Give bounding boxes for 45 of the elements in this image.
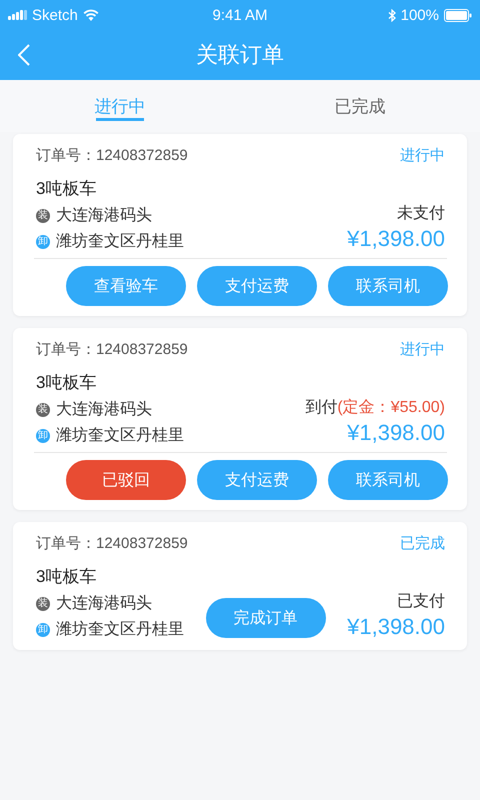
order-number: 订单号：12408372859	[36, 340, 188, 359]
action-button[interactable]: 支付运费	[197, 266, 317, 306]
unloading-address: 潍坊奎文区丹桂里	[56, 426, 184, 446]
battery-icon	[444, 8, 472, 22]
wifi-icon	[82, 9, 99, 21]
loading-address: 大连海港码头	[56, 400, 152, 420]
tab[interactable]: 已完成	[240, 80, 480, 132]
battery-percent: 100%	[400, 6, 439, 24]
order-status: 进行中	[400, 146, 445, 165]
payment-status: 未支付	[397, 204, 445, 224]
price: ¥1,398.00	[347, 420, 445, 446]
order-number: 订单号：12408372859	[36, 534, 188, 553]
badge: 装	[36, 402, 50, 416]
vehicle-type: 3吨板车	[36, 178, 98, 200]
carrier-name: Sketch	[32, 6, 78, 24]
unloading-address: 潍坊奎文区丹桂里	[56, 620, 184, 640]
unloading-address: 潍坊奎文区丹桂里	[56, 232, 184, 252]
action-button[interactable]: 联系司机	[328, 460, 448, 500]
badge: 卸	[36, 622, 50, 636]
deposit-amount: (定金：¥55.00)	[337, 398, 445, 418]
bluetooth-icon	[388, 8, 396, 22]
back-icon	[18, 44, 30, 66]
vehicle-type: 3吨板车	[36, 566, 98, 588]
order-status: 进行中	[400, 340, 445, 359]
action-button[interactable]: 联系司机	[328, 266, 448, 306]
action-button[interactable]: 支付运费	[197, 460, 317, 500]
badge: 装	[36, 596, 50, 610]
action-button[interactable]: 完成订单	[206, 598, 326, 638]
badge: 卸	[36, 234, 50, 248]
rejected-button[interactable]: 已驳回	[66, 460, 186, 500]
vehicle-type: 3吨板车	[36, 372, 98, 394]
action-button[interactable]: 查看验车	[66, 266, 186, 306]
loading-address: 大连海港码头	[56, 594, 152, 614]
clock-time: 9:41 AM	[212, 6, 268, 24]
page-title: 关联订单	[196, 41, 284, 69]
order-status: 已完成	[400, 534, 445, 553]
signal-icon	[8, 10, 27, 20]
price: ¥1,398.00	[347, 226, 445, 252]
loading-address: 大连海港码头	[56, 206, 152, 226]
order-number: 订单号：12408372859	[36, 146, 188, 165]
payment-status: 到付	[305, 398, 338, 418]
payment-status: 已支付	[397, 592, 445, 612]
badge: 卸	[36, 428, 50, 442]
badge: 装	[36, 208, 50, 222]
price: ¥1,398.00	[347, 614, 445, 640]
